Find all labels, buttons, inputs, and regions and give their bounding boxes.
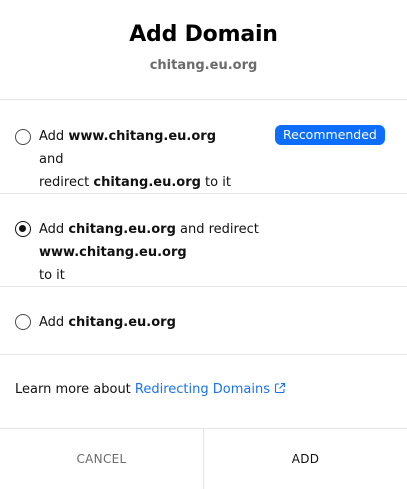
www-domain: www.chitang.eu.org — [39, 245, 187, 260]
option-text: redirect — [39, 175, 94, 190]
radio-button[interactable] — [15, 129, 31, 145]
option-add-apex-only[interactable]: Add chitang.eu.org — [0, 287, 407, 355]
dialog-footer: CANCEL ADD — [0, 428, 407, 489]
external-link-icon[interactable] — [274, 382, 286, 398]
radio-button-selected[interactable] — [15, 221, 31, 237]
add-button[interactable]: ADD — [204, 429, 407, 489]
option-add-apex-redirect-www[interactable]: Add chitang.eu.org and redirect www.chit… — [0, 194, 407, 287]
redirecting-domains-link[interactable]: Redirecting Domains — [135, 382, 286, 397]
option-add-www-redirect-apex[interactable]: Add www.chitang.eu.org and redirect chita… — [0, 101, 407, 194]
dialog-header: Add Domain chitang.eu.org — [0, 0, 407, 100]
option-text: to it — [200, 175, 231, 190]
option-text: Add — [39, 222, 69, 237]
dialog-title: Add Domain — [129, 22, 278, 47]
option-text: and — [39, 152, 64, 167]
option-text: to it — [39, 268, 65, 283]
learn-more-text: Learn more about Redirecting Domains — [15, 382, 286, 398]
option-text: Add — [39, 315, 69, 330]
option-label: Add chitang.eu.org and redirect www.chit… — [39, 218, 389, 287]
cancel-button[interactable]: CANCEL — [0, 429, 204, 489]
apex-domain: chitang.eu.org — [68, 315, 176, 330]
radio-button[interactable] — [15, 314, 31, 330]
apex-domain: chitang.eu.org — [93, 175, 201, 190]
option-text: and redirect — [175, 222, 259, 237]
option-label: Add chitang.eu.org — [39, 311, 389, 334]
learn-more-prefix: Learn more about — [15, 382, 135, 397]
link-text[interactable]: Redirecting Domains — [135, 382, 270, 397]
apex-domain: chitang.eu.org — [68, 222, 176, 237]
recommended-badge: Recommended — [275, 125, 385, 145]
dialog-domain: chitang.eu.org — [149, 58, 258, 73]
option-text: Add — [39, 129, 69, 144]
add-domain-dialog: Add Domain chitang.eu.org Add www.chitan… — [0, 0, 407, 489]
option-label: Add www.chitang.eu.org and redirect chita… — [39, 125, 239, 194]
www-domain: www.chitang.eu.org — [68, 129, 217, 144]
